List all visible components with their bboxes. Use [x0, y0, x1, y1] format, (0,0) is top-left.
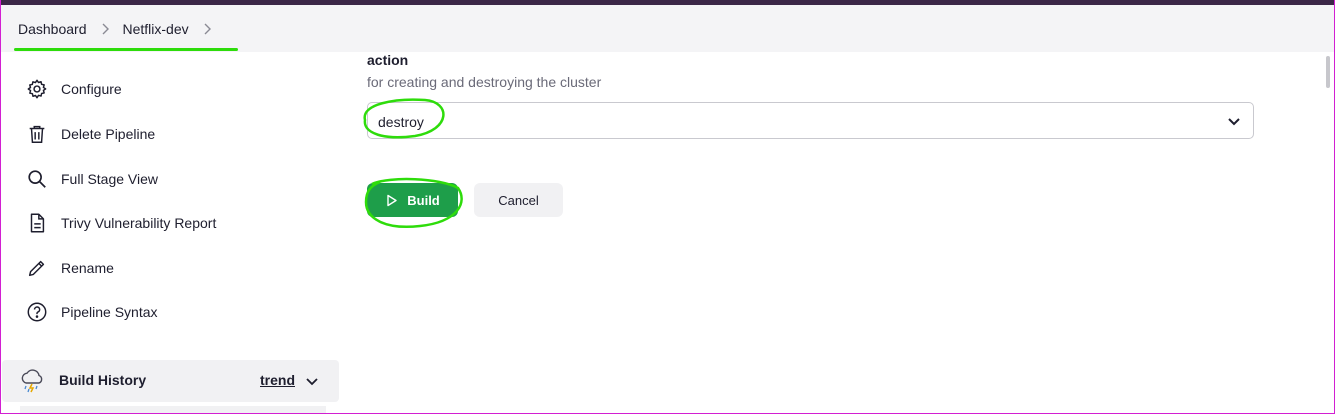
- breadcrumb-bar: Dashboard Netflix-dev: [0, 5, 1335, 52]
- parameter-description: for creating and destroying the cluster: [367, 74, 602, 90]
- annotation-underline: [14, 48, 238, 51]
- breadcrumb-dashboard[interactable]: Dashboard: [18, 21, 87, 37]
- sidebar-item-rename[interactable]: Rename: [24, 255, 114, 281]
- sidebar-item-label: Pipeline Syntax: [61, 304, 158, 320]
- build-parameters-form: action for creating and destroying the c…: [340, 52, 1335, 414]
- chevron-down-icon[interactable]: [304, 373, 320, 389]
- sidebar-item-trivy-report[interactable]: Trivy Vulnerability Report: [24, 210, 216, 236]
- sidebar-item-label: Full Stage View: [61, 171, 159, 187]
- sidebar-item-delete-pipeline[interactable]: Delete Pipeline: [24, 121, 155, 147]
- sidebar-item-configure[interactable]: Configure: [24, 76, 122, 102]
- trend-link[interactable]: trend: [260, 372, 295, 388]
- build-history-bar: Build History trend: [2, 360, 339, 402]
- chevron-right-icon[interactable]: [100, 23, 110, 35]
- build-button[interactable]: Build: [367, 183, 458, 217]
- gear-icon: [24, 76, 50, 102]
- breadcrumb-netflix-dev[interactable]: Netflix-dev: [123, 21, 189, 37]
- scrollbar-thumb[interactable]: [1326, 56, 1330, 88]
- sidebar-item-full-stage-view[interactable]: Full Stage View: [24, 166, 158, 192]
- help-circle-icon: [24, 299, 50, 325]
- sidebar-item-label: Delete Pipeline: [61, 126, 156, 142]
- breadcrumb: Dashboard Netflix-dev: [18, 21, 225, 37]
- document-icon: [24, 210, 50, 236]
- play-icon: [387, 194, 397, 206]
- cancel-button-label: Cancel: [498, 192, 539, 208]
- select-value: destroy: [378, 114, 424, 130]
- parameter-name: action: [367, 52, 409, 68]
- sidebar-item-label: Trivy Vulnerability Report: [61, 215, 217, 231]
- scrollbar[interactable]: [1322, 52, 1334, 414]
- build-button-label: Build: [407, 192, 440, 208]
- sidebar-item-pipeline-syntax[interactable]: Pipeline Syntax: [24, 299, 158, 325]
- action-select[interactable]: destroy: [367, 102, 1254, 139]
- sidebar-item-label: Configure: [61, 81, 122, 97]
- cancel-button[interactable]: Cancel: [474, 183, 563, 217]
- chevron-right-icon[interactable]: [202, 23, 212, 35]
- sidebar-item-label: Rename: [61, 260, 114, 276]
- chevron-down-icon: [1228, 118, 1240, 126]
- search-icon: [24, 166, 50, 192]
- pencil-icon: [24, 255, 50, 281]
- build-history-label: Build History: [59, 372, 147, 388]
- trash-icon: [24, 121, 50, 147]
- weather-storm-icon: [21, 369, 43, 393]
- sidebar-next-section: [20, 406, 326, 414]
